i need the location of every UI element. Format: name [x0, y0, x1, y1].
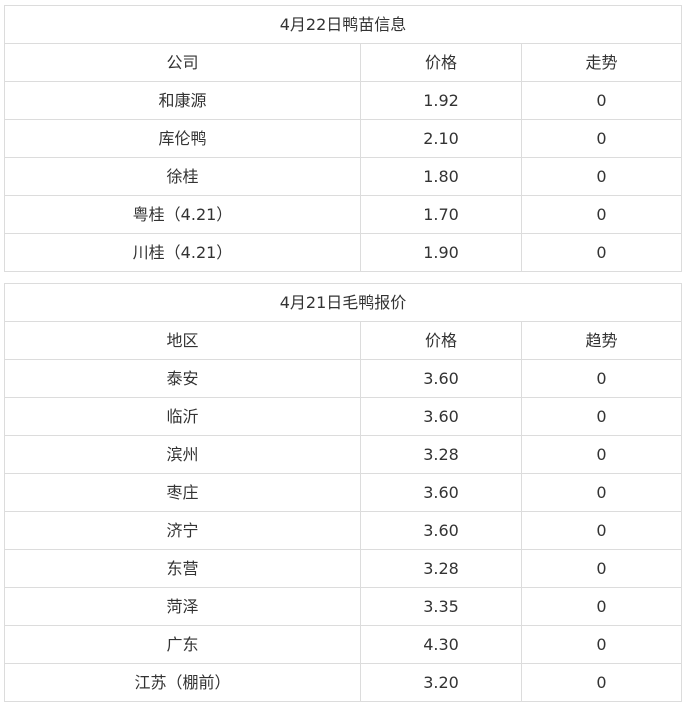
- cell-trend: 0: [521, 511, 682, 550]
- cell-price: 1.90: [360, 233, 522, 272]
- table-title: 4月22日鸭苗信息: [4, 5, 682, 44]
- duck-price-table: 4月21日毛鸭报价 地区 价格 趋势 泰安 3.60 0 临沂 3.60 0 滨…: [4, 283, 682, 702]
- cell-price: 3.28: [360, 435, 522, 474]
- page: 4月22日鸭苗信息 公司 价格 走势 和康源 1.92 0 库伦鸭 2.10 0…: [0, 0, 686, 707]
- cell-trend: 0: [521, 157, 682, 196]
- cell-region: 广东: [4, 625, 361, 664]
- cell-trend: 0: [521, 587, 682, 626]
- cell-region: 济宁: [4, 511, 361, 550]
- table-row: 和康源 1.92 0: [4, 81, 682, 120]
- cell-company: 和康源: [4, 81, 361, 120]
- table-row: 滨州 3.28 0: [4, 435, 682, 474]
- cell-price: 3.60: [360, 511, 522, 550]
- table-row: 临沂 3.60 0: [4, 397, 682, 436]
- table-row: 江苏（棚前） 3.20 0: [4, 663, 682, 702]
- cell-trend: 0: [521, 435, 682, 474]
- cell-trend: 0: [521, 549, 682, 588]
- cell-trend: 0: [521, 397, 682, 436]
- table-row: 菏泽 3.35 0: [4, 587, 682, 626]
- cell-price: 3.20: [360, 663, 522, 702]
- cell-region: 泰安: [4, 359, 361, 398]
- table-row: 济宁 3.60 0: [4, 511, 682, 550]
- cell-price: 1.92: [360, 81, 522, 120]
- table-row: 广东 4.30 0: [4, 625, 682, 664]
- table-row: 库伦鸭 2.10 0: [4, 119, 682, 158]
- cell-trend: 0: [521, 473, 682, 512]
- table-row: 徐桂 1.80 0: [4, 157, 682, 196]
- cell-price: 3.60: [360, 473, 522, 512]
- cell-price: 3.60: [360, 397, 522, 436]
- cell-region: 枣庄: [4, 473, 361, 512]
- header-trend: 趋势: [521, 321, 682, 360]
- header-region: 地区: [4, 321, 361, 360]
- table-row: 粤桂（4.21） 1.70 0: [4, 195, 682, 234]
- cell-price: 3.28: [360, 549, 522, 588]
- table-header-row: 公司 价格 走势: [4, 43, 682, 82]
- cell-company: 徐桂: [4, 157, 361, 196]
- cell-trend: 0: [521, 195, 682, 234]
- cell-region: 临沂: [4, 397, 361, 436]
- cell-company: 川桂（4.21）: [4, 233, 361, 272]
- cell-trend: 0: [521, 359, 682, 398]
- cell-trend: 0: [521, 233, 682, 272]
- header-trend: 走势: [521, 43, 682, 82]
- table-title: 4月21日毛鸭报价: [4, 283, 682, 322]
- duckling-price-table: 4月22日鸭苗信息 公司 价格 走势 和康源 1.92 0 库伦鸭 2.10 0…: [4, 5, 682, 272]
- cell-trend: 0: [521, 81, 682, 120]
- header-price: 价格: [360, 43, 522, 82]
- cell-price: 2.10: [360, 119, 522, 158]
- cell-company: 粤桂（4.21）: [4, 195, 361, 234]
- cell-trend: 0: [521, 663, 682, 702]
- table-row: 枣庄 3.60 0: [4, 473, 682, 512]
- cell-region: 菏泽: [4, 587, 361, 626]
- cell-trend: 0: [521, 625, 682, 664]
- cell-region: 滨州: [4, 435, 361, 474]
- cell-region: 东营: [4, 549, 361, 588]
- table-row: 东营 3.28 0: [4, 549, 682, 588]
- cell-price: 3.35: [360, 587, 522, 626]
- cell-price: 3.60: [360, 359, 522, 398]
- table-header-row: 地区 价格 趋势: [4, 321, 682, 360]
- cell-trend: 0: [521, 119, 682, 158]
- cell-price: 1.80: [360, 157, 522, 196]
- cell-price: 1.70: [360, 195, 522, 234]
- cell-region: 江苏（棚前）: [4, 663, 361, 702]
- table-row: 川桂（4.21） 1.90 0: [4, 233, 682, 272]
- table-title-row: 4月21日毛鸭报价: [4, 283, 682, 322]
- cell-price: 4.30: [360, 625, 522, 664]
- table-row: 泰安 3.60 0: [4, 359, 682, 398]
- header-price: 价格: [360, 321, 522, 360]
- header-company: 公司: [4, 43, 361, 82]
- table-title-row: 4月22日鸭苗信息: [4, 5, 682, 44]
- cell-company: 库伦鸭: [4, 119, 361, 158]
